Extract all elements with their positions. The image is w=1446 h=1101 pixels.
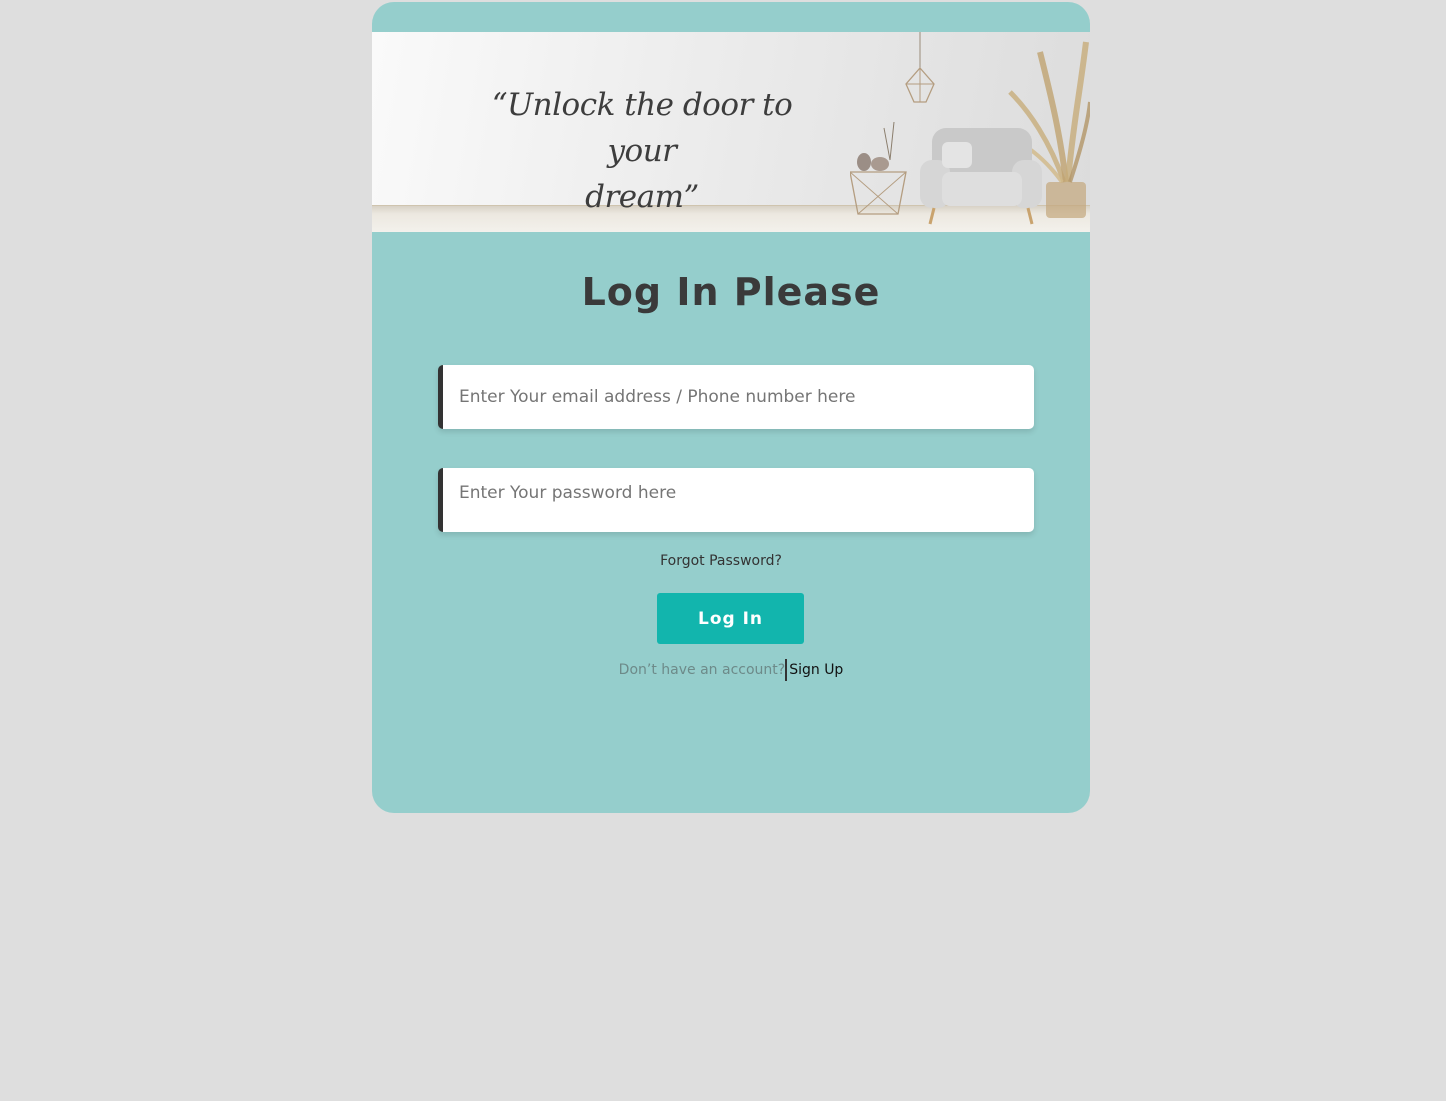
living-room-illustration (850, 32, 1090, 225)
password-field-wrapper (438, 468, 1034, 532)
hero-banner: “Unlock the door to your dream” (372, 32, 1090, 232)
quote-line-1: “Unlock the door to your (491, 87, 793, 169)
signup-link[interactable]: Sign Up (789, 662, 843, 678)
email-input[interactable] (443, 365, 1034, 429)
login-card: “Unlock the door to your dream” Log In P… (372, 2, 1090, 813)
email-field-wrapper (438, 365, 1034, 429)
signup-prompt: Don’t have an account? (618, 662, 786, 678)
banner-quote: “Unlock the door to your dream” (472, 82, 812, 220)
login-button[interactable]: Log In (657, 593, 804, 644)
signup-row: Don’t have an account? Sign Up (372, 659, 1090, 681)
page-title: Log In Please (581, 270, 881, 314)
forgot-password-link[interactable]: Forgot Password? (372, 553, 1070, 569)
armchair-icon (920, 128, 1042, 225)
quote-line-2: dream” (585, 179, 699, 215)
pendant-lamp-icon (905, 32, 935, 103)
text-cursor (785, 659, 788, 681)
side-table-icon (850, 121, 907, 215)
password-input[interactable] (443, 468, 1034, 518)
